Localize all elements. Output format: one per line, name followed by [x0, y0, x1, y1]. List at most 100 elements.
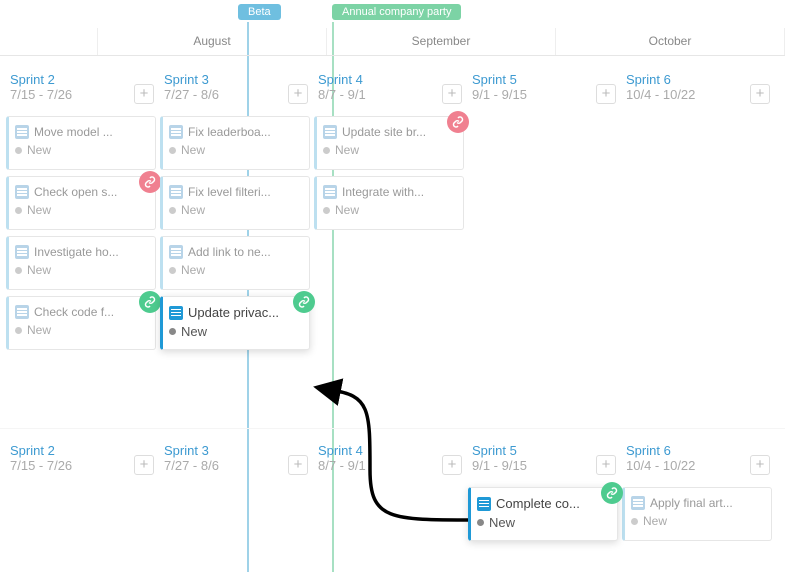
card-status: New [169, 203, 303, 217]
swimlane-1: Sprint 2 7/15 - 7/26 + Move model ... Ne… [0, 58, 785, 356]
card-investigate[interactable]: Investigate ho... New [6, 236, 156, 290]
pbi-icon [477, 497, 491, 511]
card-title: Complete co... [496, 496, 580, 511]
card-status: New [15, 143, 149, 157]
sprint-date-range: 7/27 - 8/6 [164, 87, 306, 102]
add-card-button[interactable]: + [750, 84, 770, 104]
sprint-date-range: 10/4 - 10/22 [626, 87, 768, 102]
link-icon[interactable] [139, 171, 161, 193]
milestone-annual-party[interactable]: Annual company party [332, 4, 461, 20]
card-title: Fix level filteri... [188, 185, 271, 199]
card-update-site[interactable]: Update site br... New [314, 116, 464, 170]
card-status: New [15, 203, 149, 217]
pbi-icon [323, 185, 337, 199]
add-card-button[interactable]: + [750, 455, 770, 475]
sprint-name[interactable]: Sprint 5 [472, 443, 614, 458]
card-title: Move model ... [34, 125, 113, 139]
card-title: Fix leaderboa... [188, 125, 271, 139]
sprint-date-range: 7/27 - 8/6 [164, 458, 306, 473]
sprint-date-range: 9/1 - 9/15 [472, 87, 614, 102]
card-check-code[interactable]: Check code f... New [6, 296, 156, 350]
sprint-column: Sprint 5 9/1 - 9/15 + Complete co... New [468, 439, 618, 547]
sprint-date-range: 8/7 - 9/1 [318, 87, 460, 102]
card-status: New [15, 323, 149, 337]
sprint-column: Sprint 4 8/7 - 9/1 + [314, 439, 464, 547]
card-add-link[interactable]: Add link to ne... New [160, 236, 310, 290]
add-card-button[interactable]: + [288, 455, 308, 475]
sprint-date-range: 9/1 - 9/15 [472, 458, 614, 473]
pbi-icon [169, 185, 183, 199]
add-card-button[interactable]: + [442, 84, 462, 104]
add-card-button[interactable]: + [134, 84, 154, 104]
sprint-column: Sprint 4 8/7 - 9/1 + Update site br... N… [314, 68, 464, 356]
card-title: Apply final art... [650, 496, 733, 510]
sprint-name[interactable]: Sprint 2 [10, 72, 152, 87]
card-status: New [169, 263, 303, 277]
sprint-name[interactable]: Sprint 5 [472, 72, 614, 87]
sprint-column: Sprint 2 7/15 - 7/26 + Move model ... Ne… [6, 68, 156, 356]
card-update-privacy[interactable]: Update privac... New [160, 296, 310, 350]
pbi-icon [631, 496, 645, 510]
card-title: Check open s... [34, 185, 117, 199]
sprint-name[interactable]: Sprint 6 [626, 443, 768, 458]
card-title: Add link to ne... [188, 245, 271, 259]
month-label: August [98, 28, 327, 55]
link-icon[interactable] [601, 482, 623, 504]
sprint-date-range: 8/7 - 9/1 [318, 458, 460, 473]
card-move-model[interactable]: Move model ... New [6, 116, 156, 170]
sprint-date-range: 10/4 - 10/22 [626, 458, 768, 473]
milestone-beta[interactable]: Beta [238, 4, 281, 20]
pbi-icon [15, 125, 29, 139]
card-fix-leaderboard[interactable]: Fix leaderboa... New [160, 116, 310, 170]
sprint-column: Sprint 3 7/27 - 8/6 + Fix leaderboa... N… [160, 68, 310, 356]
pbi-icon [323, 125, 337, 139]
add-card-button[interactable]: + [596, 455, 616, 475]
month-label: October [556, 28, 785, 55]
add-card-button[interactable]: + [442, 455, 462, 475]
sprint-column: Sprint 3 7/27 - 8/6 + [160, 439, 310, 547]
card-status: New [15, 263, 149, 277]
card-fix-level[interactable]: Fix level filteri... New [160, 176, 310, 230]
add-card-button[interactable]: + [596, 84, 616, 104]
sprint-name[interactable]: Sprint 3 [164, 72, 306, 87]
add-card-button[interactable]: + [288, 84, 308, 104]
sprint-name[interactable]: Sprint 2 [10, 443, 152, 458]
link-icon[interactable] [139, 291, 161, 313]
sprint-name[interactable]: Sprint 4 [318, 443, 460, 458]
sprint-column: Sprint 5 9/1 - 9/15 + [468, 68, 618, 356]
pbi-icon [15, 305, 29, 319]
card-status: New [477, 515, 611, 530]
card-check-open[interactable]: Check open s... New [6, 176, 156, 230]
card-status: New [631, 514, 765, 528]
sprint-column: Sprint 2 7/15 - 7/26 + [6, 439, 156, 547]
sprint-name[interactable]: Sprint 4 [318, 72, 460, 87]
month-header-row: August September October [0, 28, 785, 56]
sprint-name[interactable]: Sprint 3 [164, 443, 306, 458]
link-icon[interactable] [293, 291, 315, 313]
pbi-icon [15, 185, 29, 199]
card-status: New [169, 324, 303, 339]
card-title: Check code f... [34, 305, 114, 319]
pbi-icon [169, 125, 183, 139]
sprint-date-range: 7/15 - 7/26 [10, 87, 152, 102]
card-complete[interactable]: Complete co... New [468, 487, 618, 541]
link-icon[interactable] [447, 111, 469, 133]
card-status: New [169, 143, 303, 157]
pbi-icon [169, 306, 183, 320]
card-title: Update privac... [188, 305, 279, 320]
sprint-name[interactable]: Sprint 6 [626, 72, 768, 87]
card-status: New [323, 203, 457, 217]
pbi-icon [169, 245, 183, 259]
card-status: New [323, 143, 457, 157]
sprint-column: Sprint 6 10/4 - 10/22 + Apply final art.… [622, 439, 772, 547]
card-title: Investigate ho... [34, 245, 119, 259]
sprint-column: Sprint 6 10/4 - 10/22 + [622, 68, 772, 356]
pbi-icon [15, 245, 29, 259]
sprint-date-range: 7/15 - 7/26 [10, 458, 152, 473]
add-card-button[interactable]: + [134, 455, 154, 475]
swimlane-2: Sprint 2 7/15 - 7/26 + Sprint 3 7/27 - 8… [0, 428, 785, 547]
card-integrate[interactable]: Integrate with... New [314, 176, 464, 230]
month-label: September [327, 28, 556, 55]
card-apply-final[interactable]: Apply final art... New [622, 487, 772, 541]
card-title: Integrate with... [342, 185, 424, 199]
